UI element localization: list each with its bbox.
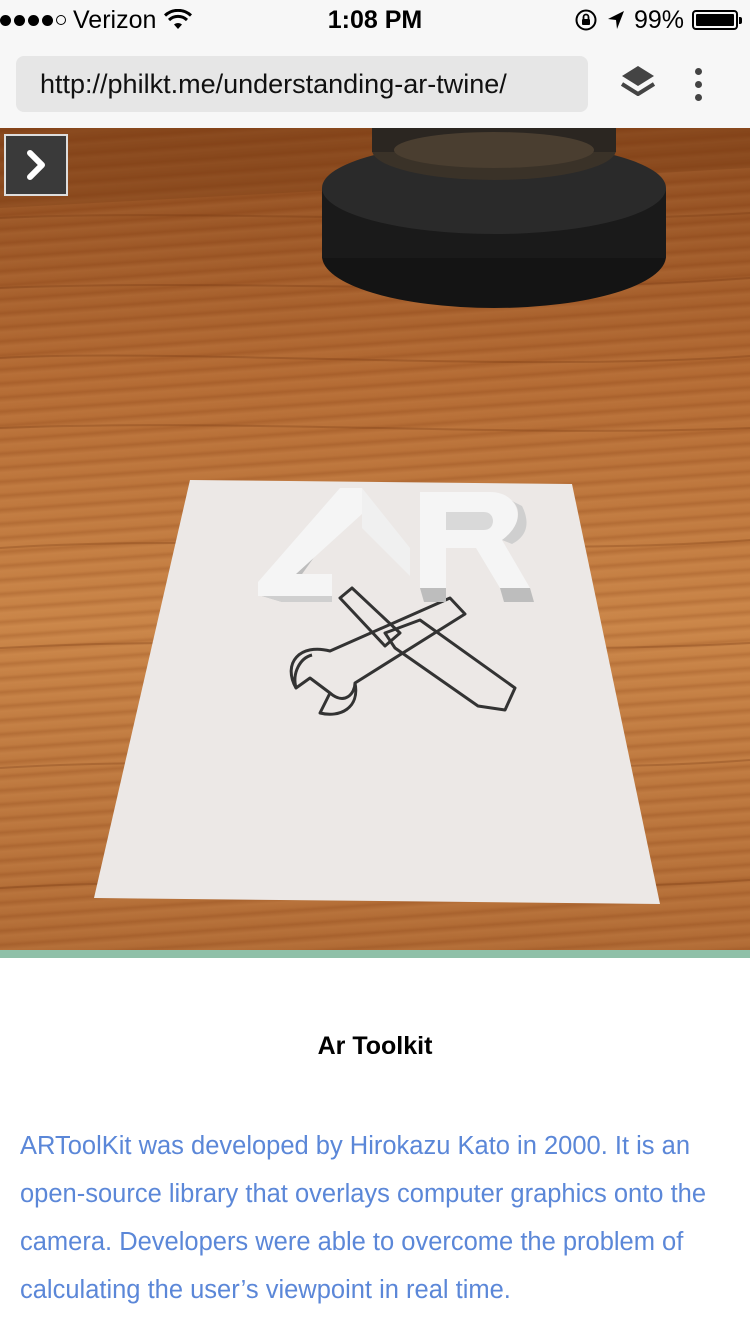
more-menu-button[interactable] — [680, 62, 716, 106]
layers-icon — [620, 66, 656, 96]
url-bar[interactable]: http://philkt.me/understanding-ar-twine/ — [16, 56, 588, 112]
next-button[interactable] — [4, 134, 68, 196]
battery-percent: 99% — [633, 5, 684, 34]
article-body[interactable]: ARToolKit was developed by Hirokazu Kato… — [20, 1122, 732, 1314]
camera-scene — [0, 128, 750, 904]
chevron-right-icon — [27, 150, 45, 180]
more-vertical-icon — [694, 67, 702, 75]
location-arrow-icon — [607, 11, 624, 29]
camera-bottom-edge — [0, 950, 750, 958]
orientation-lock-icon — [575, 9, 597, 31]
status-bar: Verizon 1:08 PM 99% — [0, 0, 750, 40]
paper-marker — [94, 480, 660, 904]
status-right: 99% — [574, 5, 742, 34]
browser-toolbar: http://philkt.me/understanding-ar-twine/ — [0, 40, 750, 128]
article-title: Ar Toolkit — [317, 1032, 433, 1060]
layers-button[interactable] — [614, 62, 662, 106]
battery-icon — [692, 10, 742, 30]
ar-camera-view[interactable] — [0, 128, 750, 954]
